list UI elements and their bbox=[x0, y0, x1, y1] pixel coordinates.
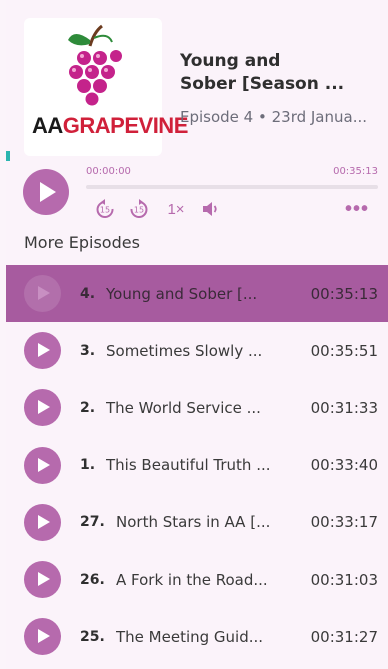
episode-number: 3. bbox=[80, 342, 96, 359]
volume-icon bbox=[203, 202, 217, 216]
grape-logo-icon bbox=[68, 24, 122, 106]
episode-play-button[interactable] bbox=[24, 503, 61, 541]
episode-title-line2: Sober [Season ... bbox=[180, 74, 345, 94]
episode-play-button[interactable] bbox=[24, 618, 61, 656]
episode-header: AAGRAPEVINE Young and Sober [Season ... … bbox=[6, 0, 388, 165]
episode-row[interactable]: 4. Young and Sober [... 00:35:13 bbox=[6, 265, 388, 323]
episode-list-title: A Fork in the Road... bbox=[116, 570, 268, 589]
episode-list-title: The World Service ... bbox=[106, 398, 261, 417]
episode-duration: 00:31:27 bbox=[310, 627, 378, 646]
episode-play-button[interactable] bbox=[24, 332, 61, 370]
episode-row[interactable]: 25. The Meeting Guid... 00:31:27 bbox=[6, 608, 388, 665]
skip-forward-seconds: 15 bbox=[134, 206, 144, 215]
episode-play-button[interactable] bbox=[24, 446, 61, 484]
episode-subtitle: Episode 4 • 23rd Janua... bbox=[180, 108, 368, 126]
episode-list-title: Young and Sober [... bbox=[106, 284, 258, 303]
episode-title: Young and Sober [Season ... bbox=[180, 50, 380, 96]
volume-button[interactable] bbox=[199, 198, 221, 220]
play-button[interactable] bbox=[23, 169, 69, 215]
episode-list-title: North Stars in AA [... bbox=[116, 513, 271, 532]
episode-play-button[interactable] bbox=[24, 389, 61, 427]
episode-number: 27. bbox=[80, 514, 105, 531]
skip-forward-button[interactable]: 15 bbox=[128, 198, 150, 220]
episode-title-line1: Young and bbox=[180, 51, 281, 71]
episode-number: 4. bbox=[80, 285, 96, 302]
episode-number: 26. bbox=[80, 571, 105, 588]
more-options-button[interactable]: ••• bbox=[342, 198, 372, 220]
episode-number: 1. bbox=[80, 457, 96, 474]
episode-duration: 00:35:13 bbox=[310, 284, 378, 303]
skip-back-15-icon: 15 bbox=[96, 199, 114, 218]
episode-list-title: The Meeting Guid... bbox=[116, 627, 264, 646]
episode-row[interactable]: 1. This Beautiful Truth ... 00:33:40 bbox=[6, 437, 388, 494]
episode-row[interactable]: 3. Sometimes Slowly ... 00:35:51 bbox=[6, 322, 388, 379]
episode-row[interactable]: 2. The World Service ... 00:31:33 bbox=[6, 379, 388, 436]
episode-number: 25. bbox=[80, 628, 105, 645]
episode-row[interactable]: 27. North Stars in AA [... 00:33:17 bbox=[6, 494, 388, 551]
player-controls: 00:00:00 00:35:13 15 15 1× ••• bbox=[6, 160, 388, 230]
episode-number: 2. bbox=[80, 399, 96, 416]
episode-play-button[interactable] bbox=[24, 560, 61, 598]
podcast-logo-text: AAGRAPEVINE bbox=[32, 113, 188, 139]
logo-aa-text: AA bbox=[32, 113, 63, 138]
episode-duration: 00:33:17 bbox=[310, 513, 378, 532]
episode-duration: 00:35:51 bbox=[310, 341, 378, 360]
skip-back-button[interactable]: 15 bbox=[94, 198, 116, 220]
episode-list-title: Sometimes Slowly ... bbox=[106, 341, 263, 360]
skip-forward-15-icon: 15 bbox=[130, 199, 148, 218]
podcast-cover: AAGRAPEVINE bbox=[24, 18, 188, 156]
episode-duration: 00:31:33 bbox=[310, 398, 378, 417]
podcast-player: AAGRAPEVINE Young and Sober [Season ... … bbox=[6, 0, 388, 669]
episode-duration: 00:31:03 bbox=[310, 570, 378, 589]
current-time: 00:00:00 bbox=[86, 166, 131, 177]
episode-list-title: This Beautiful Truth ... bbox=[106, 456, 271, 475]
progress-bar[interactable] bbox=[86, 185, 378, 189]
logo-grapevine-text: GRAPEVINE bbox=[62, 113, 189, 138]
playback-speed-button[interactable]: 1× bbox=[164, 198, 188, 220]
episode-row[interactable]: 26. A Fork in the Road... 00:31:03 bbox=[6, 551, 388, 608]
episode-play-button[interactable] bbox=[24, 275, 61, 312]
total-time: 00:35:13 bbox=[333, 166, 378, 177]
skip-back-seconds: 15 bbox=[100, 206, 110, 215]
more-episodes-heading: More Episodes bbox=[24, 233, 140, 252]
episode-list: 4. Young and Sober [... 00:35:13 3. Sometime… bbox=[6, 265, 388, 665]
episode-duration: 00:33:40 bbox=[310, 456, 378, 475]
